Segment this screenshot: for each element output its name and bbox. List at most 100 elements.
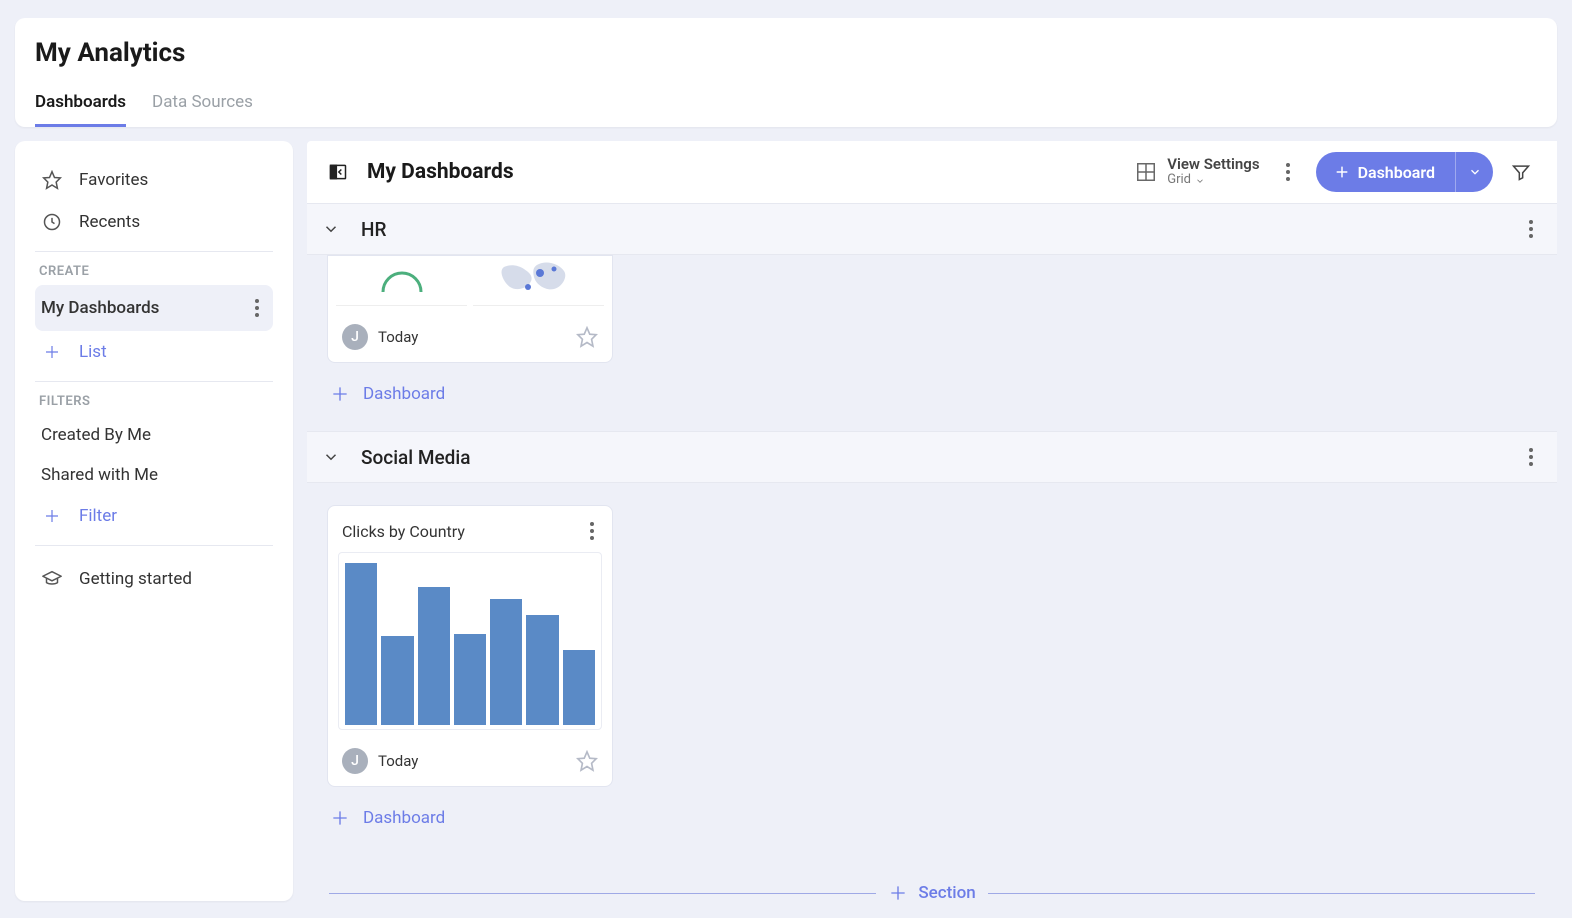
graduation-cap-icon bbox=[41, 568, 63, 590]
tab-dashboards[interactable]: Dashboards bbox=[35, 92, 126, 127]
view-settings-value: Grid bbox=[1167, 173, 1191, 188]
dashboard-card-clicks[interactable]: Clicks by Country J Today bbox=[327, 505, 613, 787]
plus-icon bbox=[1334, 164, 1350, 180]
divider bbox=[35, 381, 273, 382]
collapse-sidebar-icon[interactable] bbox=[327, 161, 349, 183]
sidebar-item-label: My Dashboards bbox=[41, 298, 159, 318]
sidebar: Favorites Recents CREATE My Dashboards L… bbox=[15, 141, 293, 901]
chart-bar bbox=[526, 615, 558, 725]
view-settings[interactable]: View Settings Grid bbox=[1135, 156, 1259, 188]
chevron-down-icon bbox=[1468, 165, 1482, 179]
sidebar-item-label: Created By Me bbox=[41, 425, 151, 445]
card-footer: J Today bbox=[328, 736, 612, 786]
chart-bar bbox=[418, 587, 450, 725]
add-section-row: Section bbox=[329, 883, 1535, 901]
chevron-down-icon bbox=[1195, 176, 1205, 186]
sidebar-item-my-dashboards[interactable]: My Dashboards bbox=[35, 285, 273, 331]
sidebar-group-filters: FILTERS bbox=[39, 394, 273, 409]
header-card: My Analytics Dashboards Data Sources bbox=[15, 18, 1557, 127]
star-icon bbox=[576, 750, 598, 772]
sidebar-item-label: Shared with Me bbox=[41, 465, 158, 485]
add-dashboard-social[interactable]: Dashboard bbox=[327, 787, 1535, 855]
card-date: Today bbox=[378, 328, 418, 346]
filter-icon bbox=[1511, 162, 1531, 182]
sidebar-item-add-list[interactable]: List bbox=[35, 331, 273, 373]
chart-preview bbox=[338, 552, 602, 730]
card-date: Today bbox=[378, 752, 418, 770]
section-title-social: Social Media bbox=[361, 446, 470, 469]
add-dashboard-hr[interactable]: Dashboard bbox=[327, 363, 1535, 431]
divider bbox=[35, 545, 273, 546]
sidebar-item-label: Favorites bbox=[79, 170, 148, 190]
gauge-thumbnail-icon bbox=[377, 268, 427, 294]
clock-icon bbox=[41, 211, 63, 233]
chart-bar bbox=[490, 599, 522, 725]
sidebar-item-recents[interactable]: Recents bbox=[35, 201, 273, 243]
section-more-social[interactable] bbox=[1525, 444, 1537, 470]
main-area: My Dashboards View Settings Grid bbox=[307, 141, 1557, 901]
topbar-title: My Dashboards bbox=[367, 160, 514, 184]
avatar: J bbox=[342, 748, 368, 774]
page-title: My Analytics bbox=[35, 38, 1537, 68]
sidebar-item-getting-started[interactable]: Getting started bbox=[35, 558, 273, 600]
card-more[interactable] bbox=[586, 518, 598, 544]
new-dashboard-main[interactable]: Dashboard bbox=[1316, 152, 1455, 192]
add-section-button[interactable]: Section bbox=[888, 883, 975, 901]
section-more-hr[interactable] bbox=[1525, 216, 1537, 242]
new-dashboard-dropdown[interactable] bbox=[1455, 152, 1493, 192]
add-dashboard-label: Dashboard bbox=[363, 384, 445, 404]
sidebar-item-created-by-me[interactable]: Created By Me bbox=[35, 415, 273, 455]
section-body-social: Clicks by Country J Today D bbox=[307, 505, 1557, 855]
card-header: Clicks by Country bbox=[328, 506, 612, 552]
topbar: My Dashboards View Settings Grid bbox=[307, 141, 1557, 203]
plus-icon bbox=[41, 341, 63, 363]
avatar: J bbox=[342, 324, 368, 350]
chart-bar bbox=[345, 563, 377, 725]
sidebar-group-create: CREATE bbox=[39, 264, 273, 279]
add-section-label: Section bbox=[918, 883, 975, 901]
section-header-hr: HR bbox=[307, 203, 1557, 255]
chart-bar bbox=[381, 636, 413, 725]
chevron-down-icon[interactable] bbox=[319, 445, 343, 469]
chevron-down-icon[interactable] bbox=[319, 217, 343, 241]
card-title: Clicks by Country bbox=[342, 522, 465, 541]
sidebar-item-add-filter[interactable]: Filter bbox=[35, 495, 273, 537]
sidebar-item-label: Getting started bbox=[79, 569, 192, 589]
section-title-hr: HR bbox=[361, 218, 386, 241]
sidebar-item-label: Filter bbox=[79, 506, 117, 526]
card-thumbnail bbox=[328, 256, 612, 312]
more-icon bbox=[1282, 159, 1294, 185]
favorite-toggle[interactable] bbox=[576, 750, 598, 772]
tabs: Dashboards Data Sources bbox=[35, 92, 1537, 127]
topbar-more-button[interactable] bbox=[1270, 154, 1306, 190]
plus-icon bbox=[329, 383, 351, 405]
card-footer: J Today bbox=[328, 312, 612, 362]
sidebar-item-shared-with-me[interactable]: Shared with Me bbox=[35, 455, 273, 495]
favorite-toggle[interactable] bbox=[576, 326, 598, 348]
star-icon bbox=[41, 169, 63, 191]
view-settings-label: View Settings bbox=[1167, 156, 1259, 173]
star-icon bbox=[576, 326, 598, 348]
new-dashboard-button[interactable]: Dashboard bbox=[1316, 152, 1493, 192]
divider bbox=[35, 251, 273, 252]
divider-line bbox=[988, 893, 1535, 894]
sidebar-item-label: List bbox=[79, 342, 107, 362]
chart-bar bbox=[563, 650, 595, 725]
new-dashboard-label: Dashboard bbox=[1358, 163, 1435, 182]
dashboard-card-hr[interactable]: J Today bbox=[327, 255, 613, 363]
chart-bar bbox=[454, 634, 486, 725]
plus-icon bbox=[41, 505, 63, 527]
more-icon[interactable] bbox=[251, 295, 263, 321]
plus-icon bbox=[329, 807, 351, 829]
grid-icon bbox=[1135, 161, 1157, 183]
sidebar-item-label: Recents bbox=[79, 212, 140, 232]
section-body-hr: J Today Dashboard bbox=[307, 255, 1557, 431]
map-thumbnail-icon bbox=[473, 256, 604, 306]
tab-data-sources[interactable]: Data Sources bbox=[152, 92, 253, 127]
section-header-social: Social Media bbox=[307, 431, 1557, 483]
add-dashboard-label: Dashboard bbox=[363, 808, 445, 828]
plus-icon bbox=[888, 883, 908, 901]
divider-line bbox=[329, 893, 876, 894]
filter-button[interactable] bbox=[1503, 154, 1539, 190]
sidebar-item-favorites[interactable]: Favorites bbox=[35, 159, 273, 201]
